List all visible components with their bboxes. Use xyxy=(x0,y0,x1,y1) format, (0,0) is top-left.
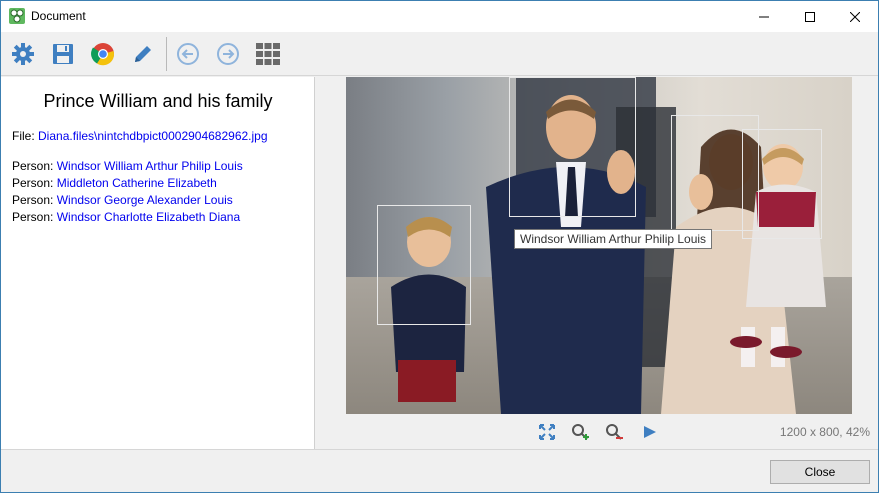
maximize-icon xyxy=(805,11,815,22)
close-window-button[interactable] xyxy=(832,1,878,32)
toolbar xyxy=(1,32,878,76)
person-label: Person: xyxy=(12,193,54,207)
fit-button[interactable] xyxy=(536,421,558,443)
person-label: Person: xyxy=(12,159,54,173)
pencil-icon xyxy=(135,46,151,62)
title-bar: Document xyxy=(1,1,878,32)
fit-icon xyxy=(539,424,555,440)
person-row: Person: Windsor William Arthur Philip Lo… xyxy=(12,159,243,176)
save-button[interactable] xyxy=(48,39,78,69)
forward-button[interactable] xyxy=(213,39,243,69)
back-button[interactable] xyxy=(173,39,203,69)
person-row: Person: Windsor George Alexander Louis xyxy=(12,193,243,210)
zoom-out-icon xyxy=(606,424,623,440)
slideshow-button[interactable] xyxy=(639,421,661,443)
window-title: Document xyxy=(31,9,86,23)
back-arrow-icon xyxy=(177,43,199,65)
close-icon xyxy=(850,11,860,22)
person-link[interactable]: Windsor William Arthur Philip Louis xyxy=(57,159,243,173)
image-viewer: Windsor William Arthur Philip Louis 1200… xyxy=(316,77,878,449)
maximize-button[interactable] xyxy=(787,1,833,32)
file-label: File: xyxy=(12,129,35,143)
file-row: File: Diana.files\nintchdbpict0002904682… xyxy=(12,129,268,143)
person-link[interactable]: Middleton Catherine Elizabeth xyxy=(57,176,217,190)
document-info-panel: Prince William and his family File: Dian… xyxy=(1,77,315,449)
face-box-william[interactable] xyxy=(509,77,636,217)
person-link[interactable]: Windsor George Alexander Louis xyxy=(57,193,233,207)
viewer-controls: 1200 x 800, 42% xyxy=(316,421,878,443)
person-list: Person: Windsor William Arthur Philip Lo… xyxy=(12,159,243,227)
grid-view-button[interactable] xyxy=(253,39,283,69)
minimize-icon xyxy=(759,16,769,17)
toolbar-separator xyxy=(166,37,167,71)
document-window: Document Prince William and his family F… xyxy=(0,0,879,493)
person-label: Person: xyxy=(12,176,54,190)
save-icon xyxy=(53,44,73,64)
settings-button[interactable] xyxy=(8,39,38,69)
open-in-chrome-button[interactable] xyxy=(88,39,118,69)
person-label: Person: xyxy=(12,210,54,224)
grid-icon xyxy=(256,43,280,65)
edit-button[interactable] xyxy=(128,39,158,69)
file-link[interactable]: Diana.files\nintchdbpict0002904682962.jp… xyxy=(38,129,268,143)
app-logo-icon xyxy=(9,8,25,24)
document-title: Prince William and his family xyxy=(43,91,273,111)
zoom-out-button[interactable] xyxy=(603,421,625,443)
face-box-george[interactable] xyxy=(377,205,471,325)
face-tooltip: Windsor William Arthur Philip Louis xyxy=(514,229,713,249)
zoom-in-button[interactable] xyxy=(569,421,591,443)
chrome-icon xyxy=(91,43,115,66)
person-row: Person: Middleton Catherine Elizabeth xyxy=(12,176,243,193)
minimize-button[interactable] xyxy=(741,1,787,32)
family-photo[interactable]: Windsor William Arthur Philip Louis xyxy=(346,77,852,414)
forward-arrow-icon xyxy=(217,43,239,65)
bottom-bar: Close xyxy=(1,449,878,492)
face-box-charlotte[interactable] xyxy=(742,129,822,239)
person-row: Person: Windsor Charlotte Elizabeth Dian… xyxy=(12,210,243,227)
person-link[interactable]: Windsor Charlotte Elizabeth Diana xyxy=(57,210,240,224)
close-button[interactable]: Close xyxy=(770,460,870,484)
zoom-in-icon xyxy=(572,424,589,440)
gear-icon xyxy=(12,43,34,65)
image-info: 1200 x 800, 42% xyxy=(779,425,870,439)
play-icon xyxy=(644,426,656,438)
